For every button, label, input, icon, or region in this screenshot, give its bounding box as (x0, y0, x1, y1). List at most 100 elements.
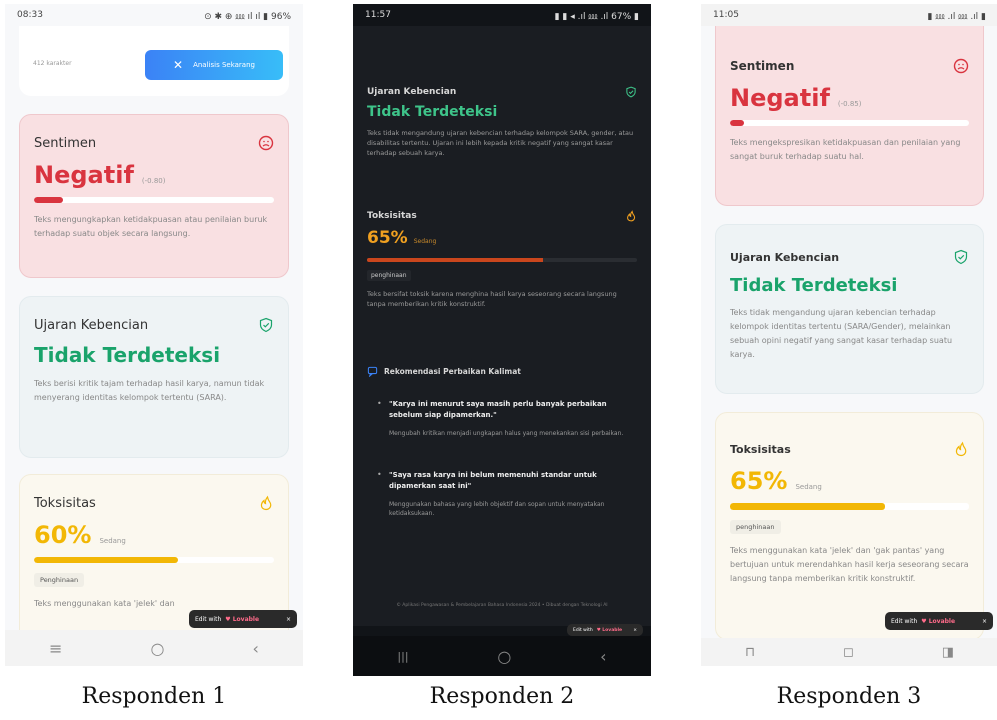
sentiment-description: Teks mengekspresikan ketidakpuasan dan p… (730, 138, 961, 161)
hate-speech-title: Ujaran Kebencian (730, 250, 840, 264)
recommendation-title: Rekomendasi Perbaikan Kalimat (384, 367, 521, 376)
toxicity-bar-fill (34, 557, 178, 563)
sparkle-icon: ✕ (173, 58, 184, 72)
hate-speech-value: Tidak Terdeteksi (367, 104, 498, 120)
toxicity-description: Teks menggunakan kata 'jelek' dan 'gak p… (730, 546, 969, 583)
status-time: 11:57 (365, 10, 391, 20)
sentiment-card: Sentimen Negatif (-0.80) Teks mengungkap… (19, 114, 289, 278)
status-icons: ▮ ⅏ .ıl ⅏ .ıl ▮ (927, 11, 987, 22)
lovable-brand: ♥ Lovable (596, 627, 623, 633)
lovable-close-icon[interactable]: × (633, 628, 637, 633)
lovable-close-icon[interactable]: × (982, 618, 987, 625)
hate-speech-section: Ujaran Kebencian Tidak Terdeteksi Teks t… (367, 86, 637, 158)
status-bar: 11:57 ▮ ▮ ◂ .ıl ⅏ .ıl 67% ▮ (353, 4, 651, 26)
hate-speech-title: Ujaran Kebencian (367, 87, 457, 97)
flame-icon (627, 210, 636, 222)
sentiment-title: Sentimen (34, 135, 97, 151)
android-nav-bar: ⊓ ◻ ◨ (701, 638, 997, 666)
caption-responden-3: Responden 3 (776, 684, 922, 709)
analyze-button-label: Analisis Sekarang (193, 61, 255, 69)
lovable-brand: ♥ Lovable (921, 617, 956, 625)
lovable-brand: ♥ Lovable (225, 615, 260, 623)
footer-text: © Aplikasi Pengawasan & Pembelajaran Bah… (396, 603, 608, 608)
recents-button[interactable]: ≡ (49, 639, 62, 658)
toxicity-bar-fill (367, 258, 543, 262)
toxicity-value: 60% (34, 521, 92, 549)
lovable-close-icon[interactable]: × (286, 616, 291, 623)
char-count: 412 karakter (33, 60, 72, 67)
recommendation-note: Menggunakan bahasa yang lebih objektif d… (389, 501, 605, 517)
toxicity-bar (34, 557, 274, 563)
hate-speech-description: Teks berisi kritik tajam terhadap hasil … (34, 379, 265, 402)
hate-speech-card: Ujaran Kebencian Tidak Terdeteksi Teks t… (715, 224, 984, 394)
sentiment-title: Sentimen (730, 59, 795, 73)
status-icons: ⊙ ✱ ⊕ ⅏ ıl ıl ▮ 96% (204, 11, 291, 22)
phone-screenshot-1: 08:33 ⊙ ✱ ⊕ ⅏ ıl ıl ▮ 96% 412 karakter ✕… (5, 4, 303, 666)
home-button[interactable]: ○ (497, 647, 511, 666)
sentiment-bar-fill (730, 120, 745, 126)
lovable-badge[interactable]: Edit with ♥ Lovable × (189, 610, 297, 628)
recommendation-item: "Karya ini menurut saya masih perlu bany… (367, 399, 637, 438)
phone-screenshot-3: 11:05 ▮ ⅏ .ıl ⅏ .ıl ▮ Sentimen Negatif (… (701, 4, 997, 666)
flame-icon (955, 441, 967, 457)
sentiment-score: (-0.85) (837, 100, 862, 108)
home-button[interactable]: ◻ (843, 645, 854, 660)
back-button[interactable]: ◨ (942, 645, 954, 660)
toxicity-level: Sedang (413, 238, 437, 245)
status-time: 11:05 (713, 10, 739, 20)
toxicity-category-chip: penghinaan (367, 270, 411, 281)
home-button[interactable]: ○ (151, 639, 165, 658)
sentiment-value: Negatif (34, 161, 134, 189)
toxicity-value: 65% (730, 467, 788, 495)
status-icons: ▮ ▮ ◂ .ıl ⅏ .ıl 67% ▮ (554, 11, 639, 22)
sad-face-icon (258, 135, 274, 151)
shield-check-icon (626, 86, 636, 98)
recommendation-quote: "Saya rasa karya ini belum memenuhi stan… (389, 471, 597, 490)
sentiment-description: Teks mengungkapkan ketidakpuasan atau pe… (34, 215, 268, 238)
recommendation-note: Mengubah kritikan menjadi ungkapan halus… (389, 430, 624, 437)
lovable-pre: Edit with (891, 617, 918, 625)
recommendation-quote: "Karya ini menurut saya masih perlu bany… (389, 400, 607, 419)
back-button[interactable]: ‹ (253, 639, 259, 658)
analyze-button[interactable]: ✕ Analisis Sekarang (145, 50, 283, 80)
recents-button[interactable]: ||| (397, 650, 408, 663)
toxicity-card: Toksisitas 65% Sedang penghinaan Teks me… (715, 412, 984, 640)
sentiment-score: (-0.80) (141, 177, 166, 185)
sad-face-icon (953, 58, 969, 74)
toxicity-level: Sedang (99, 537, 126, 545)
hate-speech-description: Teks tidak mengandung ujaran kebencian t… (367, 129, 634, 157)
status-time: 08:33 (17, 10, 43, 20)
toxicity-title: Toksisitas (34, 495, 96, 511)
lovable-pre: Edit with (573, 627, 593, 633)
toxicity-bar-fill (730, 503, 886, 510)
status-bar: 08:33 ⊙ ✱ ⊕ ⅏ ıl ıl ▮ 96% (5, 4, 303, 26)
phone-screenshot-2: 11:57 ▮ ▮ ◂ .ıl ⅏ .ıl 67% ▮ Ujaran Keben… (353, 4, 651, 676)
hate-speech-value: Tidak Terdeteksi (34, 343, 221, 367)
shield-check-icon (259, 317, 273, 333)
toxicity-value: 65% (367, 228, 408, 248)
sentiment-bar (34, 197, 274, 203)
toxicity-category-chip: penghinaan (730, 520, 781, 534)
flame-icon (260, 495, 272, 511)
lovable-pre: Edit with (195, 615, 222, 623)
toxicity-level: Sedang (795, 483, 822, 491)
toxicity-category-chip: Penghinaan (34, 573, 85, 587)
sentiment-card: Sentimen Negatif (-0.85) Teks mengekspre… (715, 26, 984, 206)
back-button[interactable]: ‹ (600, 647, 606, 666)
status-bar: 11:05 ▮ ⅏ .ıl ⅏ .ıl ▮ (701, 4, 997, 26)
toxicity-description: Teks menggunakan kata 'jelek' dan (34, 599, 175, 608)
lovable-badge[interactable]: Edit with ♥ Lovable × (885, 612, 993, 630)
lovable-badge[interactable]: Edit with ♥ Lovable × (567, 624, 643, 636)
hate-speech-title: Ujaran Kebencian (34, 317, 149, 333)
toxicity-section: Toksisitas 65% Sedang penghinaan Teks be… (367, 210, 637, 309)
toxicity-bar (730, 503, 969, 510)
sentiment-bar (730, 120, 969, 126)
recents-button[interactable]: ⊓ (745, 645, 755, 660)
toxicity-title: Toksisitas (367, 211, 417, 221)
toxicity-description: Teks bersifat toksik karena menghina has… (367, 290, 617, 308)
recommendation-section: Rekomendasi Perbaikan Kalimat "Karya ini… (367, 366, 637, 518)
hate-speech-card: Ujaran Kebencian Tidak Terdeteksi Teks b… (19, 296, 289, 458)
sentiment-value: Negatif (730, 84, 830, 112)
chat-bubble-icon (367, 366, 378, 377)
android-nav-bar: ≡ ○ ‹ (5, 630, 303, 666)
